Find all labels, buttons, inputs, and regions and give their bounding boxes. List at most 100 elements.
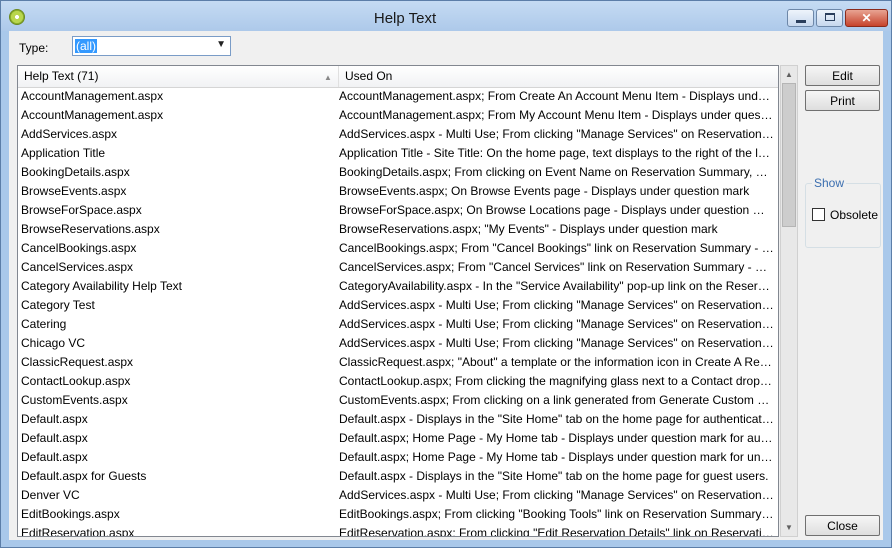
table-row[interactable]: AccountManagement.aspx AccountManagement.… (18, 87, 778, 106)
sort-ascending-icon: ▲ (324, 73, 332, 82)
column-header-label: Help Text (71) (24, 69, 99, 83)
help-text-name-cell: ContactLookup.aspx (21, 374, 131, 388)
used-on-cell: BrowseReservations.aspx; "My Events" - D… (339, 222, 718, 236)
table-row[interactable]: Application Title Application Title - Sit… (18, 144, 778, 163)
edit-button[interactable]: Edit (805, 65, 880, 86)
column-header-help-text[interactable]: Help Text (71) ▲ (18, 66, 339, 87)
used-on-cell: CancelBookings.aspx; From "Cancel Bookin… (339, 241, 774, 255)
column-header-used-on[interactable]: Used On (339, 66, 778, 87)
table-row[interactable]: CancelBookings.aspx CancelBookings.aspx; … (18, 239, 778, 258)
help-text-name-cell: Denver VC (21, 488, 80, 502)
used-on-cell: CategoryAvailability.aspx - In the "Serv… (339, 279, 774, 293)
chevron-down-icon: ▼ (216, 39, 226, 50)
help-text-name-cell: BrowseReservations.aspx (21, 222, 160, 236)
help-text-name-cell: CancelServices.aspx (21, 260, 134, 274)
used-on-cell: Default.aspx - Displays in the "Site Hom… (339, 412, 774, 426)
help-text-name-cell: AccountManagement.aspx (21, 89, 164, 103)
table-row[interactable]: Catering AddServices.aspx - Multi Use; Fr… (18, 315, 778, 334)
used-on-cell: Application Title - Site Title: On the h… (339, 146, 774, 160)
used-on-cell: ContactLookup.aspx; From clicking the ma… (339, 374, 774, 388)
used-on-cell: Default.aspx; Home Page - My Home tab - … (339, 450, 774, 464)
help-text-name-cell: AddServices.aspx (21, 127, 118, 141)
used-on-cell: Default.aspx; Home Page - My Home tab - … (339, 431, 774, 445)
maximize-button[interactable] (816, 9, 843, 27)
help-text-name-cell: CustomEvents.aspx (21, 393, 128, 407)
print-button[interactable]: Print (805, 90, 880, 111)
list-rows: AccountManagement.aspx AccountManagement.… (18, 87, 778, 537)
type-dropdown-value: (all) (75, 39, 97, 53)
vertical-scrollbar[interactable]: ▲ ▼ (780, 65, 798, 537)
maximize-icon (825, 13, 835, 21)
list-header: Help Text (71) ▲ Used On (18, 66, 778, 88)
close-button[interactable]: Close (805, 515, 880, 536)
table-row[interactable]: Default.aspx Default.aspx - Displays in t… (18, 410, 778, 429)
help-text-name-cell: Default.aspx (21, 431, 88, 445)
table-row[interactable]: Default.aspx Default.aspx; Home Page - My… (18, 448, 778, 467)
used-on-cell: CustomEvents.aspx; From clicking on a li… (339, 393, 774, 407)
used-on-cell: BookingDetails.aspx; From clicking on Ev… (339, 165, 774, 179)
obsolete-checkbox[interactable] (812, 208, 825, 221)
used-on-cell: BrowseEvents.aspx; On Browse Events page… (339, 184, 750, 198)
help-text-name-cell: ClassicRequest.aspx (21, 355, 134, 369)
table-row[interactable]: BrowseForSpace.aspx BrowseForSpace.aspx; … (18, 201, 778, 220)
table-row[interactable]: Default.aspx for Guests Default.aspx - Di… (18, 467, 778, 486)
help-text-name-cell: AccountManagement.aspx (21, 108, 164, 122)
minimize-button[interactable] (787, 9, 814, 27)
help-text-name-cell: Default.aspx (21, 450, 88, 464)
table-row[interactable]: Default.aspx Default.aspx; Home Page - My… (18, 429, 778, 448)
help-text-name-cell: Application Title (21, 146, 106, 160)
help-text-name-cell: EditBookings.aspx (21, 507, 120, 521)
table-row[interactable]: AccountManagement.aspx AccountManagement.… (18, 106, 778, 125)
help-text-name-cell: BookingDetails.aspx (21, 165, 130, 179)
used-on-cell: ClassicRequest.aspx; "About" a template … (339, 355, 774, 369)
column-header-label: Used On (345, 69, 393, 83)
table-row[interactable]: Category Availability Help Text CategoryA… (18, 277, 778, 296)
table-row[interactable]: EditReservation.aspx EditReservation.aspx… (18, 524, 778, 537)
help-text-name-cell: BrowseForSpace.aspx (21, 203, 142, 217)
table-row[interactable]: Category Test AddServices.aspx - Multi Us… (18, 296, 778, 315)
type-label: Type: (19, 41, 49, 55)
help-text-name-cell: CancelBookings.aspx (21, 241, 137, 255)
close-icon: ✕ (861, 11, 872, 25)
help-text-name-cell: Chicago VC (21, 336, 86, 350)
help-text-window: Help Text ✕ Type: (all) ▼ Help Text (71)… (0, 0, 892, 548)
help-text-name-cell: Catering (21, 317, 67, 331)
help-text-name-cell: Category Availability Help Text (21, 279, 182, 293)
window-title: Help Text (373, 10, 437, 27)
help-text-name-cell: BrowseEvents.aspx (21, 184, 127, 198)
help-text-list[interactable]: Help Text (71) ▲ Used On AccountManageme… (17, 65, 779, 537)
used-on-cell: EditBookings.aspx; From clicking "Bookin… (339, 507, 774, 521)
help-text-name-cell: EditReservation.aspx (21, 526, 135, 537)
table-row[interactable]: Chicago VC AddServices.aspx - Multi Use; … (18, 334, 778, 353)
close-window-button[interactable]: ✕ (845, 9, 888, 27)
used-on-cell: CancelServices.aspx; From "Cancel Servic… (339, 260, 774, 274)
table-row[interactable]: CustomEvents.aspx CustomEvents.aspx; From… (18, 391, 778, 410)
table-row[interactable]: EditBookings.aspx EditBookings.aspx; From… (18, 505, 778, 524)
table-row[interactable]: AddServices.aspx AddServices.aspx - Multi… (18, 125, 778, 144)
used-on-cell: AddServices.aspx - Multi Use; From click… (339, 127, 774, 141)
used-on-cell: AccountManagement.aspx; From My Account … (339, 108, 774, 122)
table-row[interactable]: ContactLookup.aspx ContactLookup.aspx; Fr… (18, 372, 778, 391)
used-on-cell: EditReservation.aspx; From clicking "Edi… (339, 526, 774, 537)
table-row[interactable]: ClassicRequest.aspx ClassicRequest.aspx; … (18, 353, 778, 372)
scroll-thumb[interactable] (782, 83, 796, 227)
title-bar[interactable]: Help Text ✕ (1, 1, 891, 31)
used-on-cell: AddServices.aspx - Multi Use; From click… (339, 317, 774, 331)
used-on-cell: AddServices.aspx - Multi Use; From click… (339, 298, 774, 312)
type-dropdown[interactable]: (all) ▼ (72, 36, 231, 56)
used-on-cell: AccountManagement.aspx; From Create An A… (339, 89, 774, 103)
table-row[interactable]: Denver VC AddServices.aspx - Multi Use; F… (18, 486, 778, 505)
table-row[interactable]: BookingDetails.aspx BookingDetails.aspx; … (18, 163, 778, 182)
used-on-cell: BrowseForSpace.aspx; On Browse Locations… (339, 203, 774, 217)
used-on-cell: Default.aspx - Displays in the "Site Hom… (339, 469, 769, 483)
scroll-up-icon[interactable]: ▲ (781, 66, 797, 83)
table-row[interactable]: BrowseEvents.aspx BrowseEvents.aspx; On B… (18, 182, 778, 201)
show-group: Show Obsolete (805, 176, 881, 248)
dialog-body: Type: (all) ▼ Help Text (71) ▲ Used On A… (9, 31, 883, 540)
obsolete-label[interactable]: Obsolete (830, 208, 878, 222)
minimize-icon (796, 20, 806, 23)
scroll-down-icon[interactable]: ▼ (781, 519, 797, 536)
used-on-cell: AddServices.aspx - Multi Use; From click… (339, 336, 774, 350)
table-row[interactable]: BrowseReservations.aspx BrowseReservation… (18, 220, 778, 239)
table-row[interactable]: CancelServices.aspx CancelServices.aspx; … (18, 258, 778, 277)
